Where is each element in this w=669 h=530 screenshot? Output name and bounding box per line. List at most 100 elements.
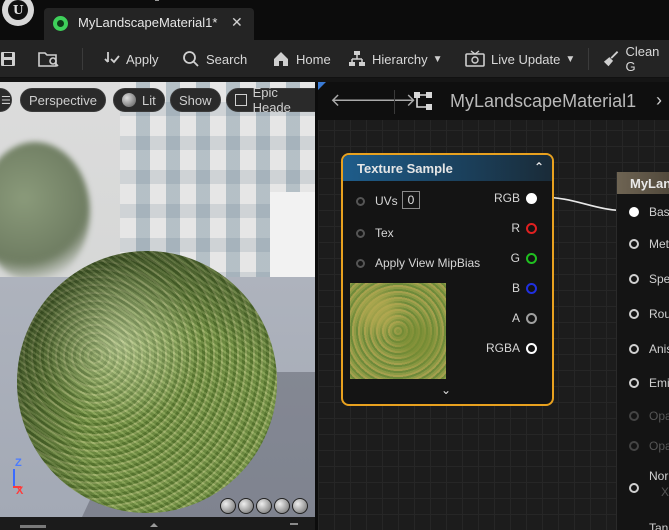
emissive-label: Emi: [649, 376, 669, 390]
preview-sphere[interactable]: [17, 251, 277, 513]
rgb-output-label: RGB: [493, 191, 520, 205]
r-output-label: R: [511, 221, 520, 235]
tangent-label: Tan: [649, 521, 669, 530]
live-update-label: Live Update: [491, 51, 561, 67]
texture-thumbnail[interactable]: [350, 283, 446, 379]
search-icon: [183, 51, 199, 67]
bottom-tab-stub[interactable]: [20, 525, 46, 528]
hierarchy-dropdown-icon: ▼: [432, 53, 443, 65]
breadcrumb-separator: [394, 90, 395, 114]
material-preview-viewport[interactable]: ☰ Perspective Lit Show Epic Heade Z X: [0, 82, 315, 517]
mipbias-input-pin[interactable]: [356, 259, 365, 268]
a-output-label: A: [511, 311, 520, 325]
axis-x-label: X: [16, 485, 24, 497]
unreal-logo-icon[interactable]: U: [2, 0, 34, 26]
apply-button[interactable]: Apply: [102, 40, 159, 78]
clean-graph-label: Clean G: [625, 44, 660, 74]
texture-sample-node[interactable]: Texture Sample ⌃ UVs 0 Tex Apply View Mi…: [341, 153, 554, 406]
bottom-handle[interactable]: [290, 523, 298, 525]
specular-pin[interactable]: [629, 274, 639, 284]
opacity-label: Opa: [649, 409, 669, 423]
mipbias-label: Apply View MipBias: [375, 256, 481, 270]
tex-input-pin[interactable]: [356, 229, 365, 238]
expand-chevron-icon[interactable]: ⌄: [441, 383, 451, 397]
save-icon: [1, 52, 15, 66]
collapse-icon[interactable]: ⌃: [534, 160, 544, 174]
b-output-label: B: [511, 281, 520, 295]
rgb-output-pin[interactable]: [526, 193, 537, 204]
save-button[interactable]: [0, 40, 16, 78]
opacity-pin: [629, 411, 639, 421]
hierarchy-icon: [349, 51, 365, 66]
graph-hierarchy-icon[interactable]: [412, 90, 434, 112]
show-button[interactable]: Show: [170, 88, 221, 112]
hierarchy-label: Hierarchy: [372, 51, 428, 67]
search-button[interactable]: Search: [182, 40, 247, 78]
lit-button[interactable]: Lit: [113, 88, 165, 112]
arrow-right-icon[interactable]: 🡒: [368, 90, 416, 111]
sphere-shape-icon[interactable]: [238, 498, 254, 514]
live-update-button[interactable]: Live Update ▼: [465, 40, 575, 78]
material-result-node[interactable]: MyLan Bas Met Spe Rou Anis Emi Opa Opa N…: [616, 172, 669, 530]
anisotropy-label: Anis: [649, 342, 669, 356]
g-output-pin[interactable]: [526, 253, 537, 264]
mesh-shape-icon[interactable]: [292, 498, 308, 514]
axis-z-line: [13, 469, 15, 487]
live-update-dropdown-icon: ▼: [565, 53, 576, 65]
base-color-label: Bas: [649, 205, 669, 219]
cylinder-shape-icon[interactable]: [220, 498, 236, 514]
tab-bar: U MyLandscapeMaterial1* ✕: [0, 0, 669, 40]
emissive-pin[interactable]: [629, 378, 639, 388]
preview-shape-buttons: [220, 498, 308, 514]
toolbar: Apply Search Home Hierarchy ▼ Live Updat…: [0, 40, 669, 78]
uvs-value-field[interactable]: 0: [402, 191, 420, 209]
b-output-pin[interactable]: [526, 283, 537, 294]
home-button[interactable]: Home: [272, 40, 331, 78]
apply-icon: [104, 52, 120, 64]
g-output-label: G: [510, 251, 520, 265]
preview-scene-button[interactable]: Epic Heade: [226, 85, 315, 115]
preview-scene-label: Epic Heade: [252, 85, 291, 115]
texture-sample-header[interactable]: Texture Sample ⌃: [343, 155, 552, 181]
a-output-pin[interactable]: [526, 313, 537, 324]
perspective-label: Perspective: [29, 92, 97, 108]
viewport-menu-button[interactable]: ☰: [0, 88, 12, 112]
material-result-header[interactable]: MyLan: [617, 172, 669, 194]
roughness-label: Rou: [649, 307, 669, 321]
home-icon: [274, 52, 288, 66]
document-tab[interactable]: MyLandscapeMaterial1* ✕: [44, 8, 254, 40]
rgba-output-pin[interactable]: [526, 343, 537, 354]
cube-shape-icon[interactable]: [274, 498, 290, 514]
viewport-bottom-bar: [0, 517, 315, 530]
uvs-input-pin[interactable]: [356, 197, 365, 206]
tab-title: MyLandscapeMaterial1*: [78, 15, 218, 30]
hierarchy-button[interactable]: Hierarchy ▼: [348, 40, 443, 78]
perspective-button[interactable]: Perspective: [20, 88, 106, 112]
chevron-right-icon[interactable]: ›: [656, 90, 662, 111]
tab-close-icon[interactable]: ✕: [231, 14, 243, 31]
apply-label: Apply: [126, 51, 159, 67]
graph-title[interactable]: MyLandscapeMaterial1: [450, 91, 636, 112]
clean-graph-button[interactable]: Clean G: [603, 40, 669, 78]
normal-pin[interactable]: [629, 483, 639, 493]
texture-sample-title: Texture Sample: [357, 160, 453, 176]
hamburger-icon: ☰: [1, 94, 11, 107]
graph-corner-marker: [318, 82, 326, 90]
window-hint: [155, 0, 159, 1]
normal-x-label: X: [661, 485, 669, 499]
live-update-icon: [465, 50, 485, 67]
browse-button[interactable]: [38, 40, 60, 78]
scene-icon: [235, 94, 247, 106]
plane-shape-icon[interactable]: [256, 498, 272, 514]
base-color-pin[interactable]: [629, 207, 639, 217]
broom-icon: [603, 51, 619, 67]
anisotropy-pin[interactable]: [629, 344, 639, 354]
roughness-pin[interactable]: [629, 309, 639, 319]
metallic-pin[interactable]: [629, 239, 639, 249]
axis-z-label: Z: [15, 457, 22, 469]
r-output-pin[interactable]: [526, 223, 537, 234]
background-tree: [0, 142, 90, 282]
splitter-arrow-icon[interactable]: [150, 523, 158, 527]
opacity-mask-label: Opa: [649, 439, 669, 453]
rgba-output-label: RGBA: [485, 341, 520, 355]
